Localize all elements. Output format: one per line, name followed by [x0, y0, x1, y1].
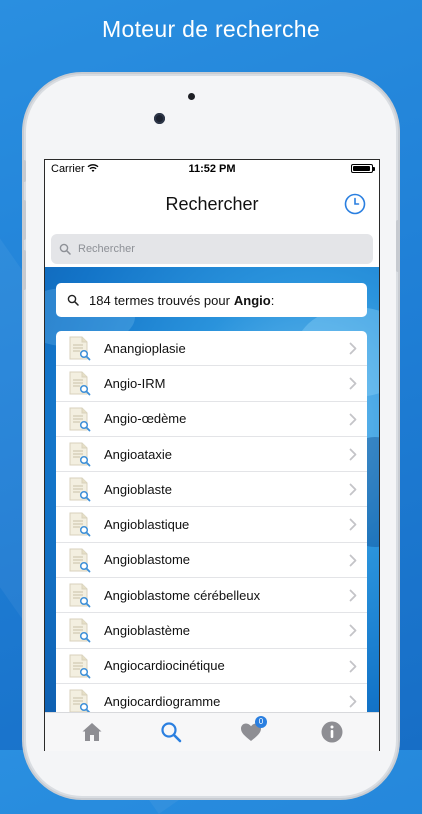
- battery-level: [353, 166, 371, 171]
- list-item-label: Anangioplasie: [104, 340, 186, 356]
- chevron-right-icon: [349, 695, 357, 708]
- clock-icon[interactable]: [343, 192, 367, 216]
- list-item[interactable]: Angioataxie: [56, 437, 367, 473]
- result-count-banner: 184 termes trouvés pour Angio:: [56, 283, 367, 317]
- list-item-label: Angio-œdème: [104, 411, 187, 427]
- promo-title: Moteur de recherche: [102, 16, 320, 42]
- search-icon: [59, 243, 71, 255]
- chevron-right-icon: [349, 660, 357, 673]
- speaker: [188, 93, 195, 100]
- status-time: 11:52 PM: [188, 163, 236, 175]
- list-item[interactable]: Angioblastique: [56, 507, 367, 543]
- document-search-icon: [69, 371, 91, 396]
- document-search-icon: [69, 618, 91, 643]
- chevron-right-icon: [349, 589, 357, 602]
- list-item-label: Angioblastème: [104, 623, 190, 639]
- chevron-right-icon: [349, 377, 357, 390]
- volume-down-button: [22, 250, 26, 290]
- list-item[interactable]: Angio-œdème: [56, 402, 367, 437]
- list-item[interactable]: Angiocardiocinétique: [56, 649, 367, 684]
- document-search-icon: [69, 336, 91, 361]
- chevron-right-icon: [349, 554, 357, 567]
- result-list: Anangioplasie Angio-IRM Angio-œdème Angioat…: [56, 331, 367, 712]
- list-item-label: Angiocardiogramme: [104, 694, 221, 710]
- chevron-right-icon: [349, 519, 357, 531]
- document-search-icon: [69, 548, 91, 573]
- volume-up-button: [22, 200, 26, 240]
- list-item[interactable]: Angioblastome: [56, 543, 367, 579]
- chevron-right-icon: [349, 483, 357, 496]
- favorites-count-badge: 0: [255, 716, 267, 728]
- info-icon[interactable]: [320, 720, 344, 744]
- list-item-label: Angio-IRM: [104, 375, 166, 391]
- app-screen: Carrier 11:52 PM Rechercher Rechercher 1…: [44, 159, 380, 751]
- tab-bar: 0: [45, 712, 379, 751]
- list-item-label: Angioblastome cérébelleux: [104, 587, 261, 603]
- status-bar: Carrier 11:52 PM: [45, 160, 379, 178]
- document-search-icon: [69, 654, 91, 679]
- result-suffix: :: [270, 292, 275, 308]
- page-title: Rechercher: [165, 194, 259, 214]
- document-search-icon: [69, 407, 91, 431]
- chevron-right-icon: [349, 413, 357, 425]
- list-item-label: Angiocardiocinétique: [104, 658, 225, 674]
- favorites-tab[interactable]: 0: [239, 716, 267, 744]
- home-icon[interactable]: [80, 720, 104, 744]
- chevron-right-icon: [349, 624, 357, 637]
- document-search-icon: [69, 689, 91, 712]
- list-item-label: Angioblastome: [104, 552, 190, 568]
- chevron-right-icon: [349, 342, 357, 355]
- list-item-label: Angioataxie: [104, 446, 172, 462]
- front-camera: [154, 113, 165, 124]
- results-area[interactable]: 184 termes trouvés pour Angio: Anangiopl…: [45, 267, 379, 712]
- search-input[interactable]: [76, 242, 360, 256]
- list-item[interactable]: Angioblastome cérébelleux: [56, 578, 367, 614]
- search-bar[interactable]: [51, 234, 373, 264]
- list-item[interactable]: Angiocardiogramme: [56, 684, 367, 712]
- chevron-right-icon: [349, 448, 357, 461]
- list-item[interactable]: Angio-IRM: [56, 366, 367, 402]
- document-search-icon: [69, 583, 91, 608]
- battery-icon: [351, 164, 375, 173]
- result-count-text: 184 termes trouvés pour: [89, 292, 230, 308]
- list-item[interactable]: Angioblastème: [56, 613, 367, 649]
- search-icon[interactable]: [159, 720, 183, 744]
- list-item[interactable]: Anangioplasie: [56, 331, 367, 367]
- mute-switch: [22, 160, 26, 182]
- document-search-icon: [69, 477, 91, 502]
- document-search-icon: [69, 512, 91, 537]
- search-icon: [67, 294, 79, 306]
- list-item-label: Angioblastique: [104, 517, 190, 533]
- result-query: Angio: [233, 292, 271, 308]
- list-item[interactable]: Angioblaste: [56, 472, 367, 508]
- document-search-icon: [69, 442, 91, 467]
- power-button: [396, 220, 400, 272]
- list-item-label: Angioblaste: [104, 481, 172, 497]
